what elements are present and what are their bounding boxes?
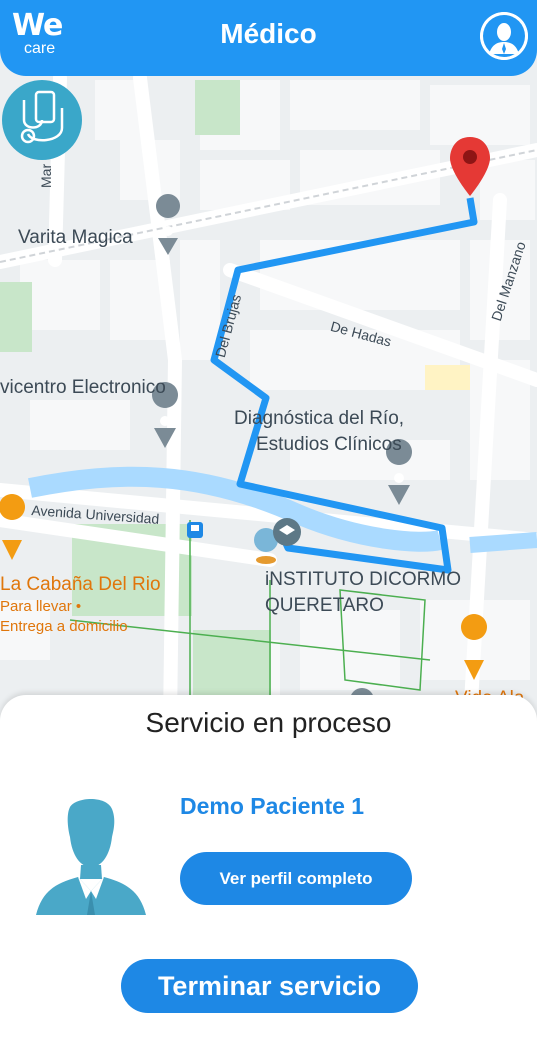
place-label-para-llevar: Para llevar • (0, 598, 82, 615)
app-header: We care Médico (0, 0, 537, 76)
place-label-instituto-line2: QUERETARO (265, 595, 384, 616)
stethoscope-icon[interactable] (2, 80, 82, 160)
place-label-electronico: vicentro Electronico (0, 377, 166, 398)
place-label-varita-magica: Varita Magica (18, 227, 133, 248)
place-label-diagnostica-line2: Estudios Clínicos (256, 434, 402, 455)
service-status-title: Servicio en proceso (145, 707, 392, 738)
place-label-diagnostica-line1: Diagnóstica del Río, (234, 408, 405, 429)
place-label-instituto-line1: iNSTITUTO DICORMO (265, 569, 461, 590)
view-profile-button[interactable]: Ver perfil completo (180, 852, 412, 905)
page-title: Médico (220, 18, 317, 49)
service-panel: Servicio en proceso Demo Paciente 1 Ver … (0, 695, 537, 1037)
patient-name: Demo Paciente 1 (180, 793, 365, 819)
end-service-button[interactable]: Terminar servicio (121, 959, 418, 1013)
place-label-entrega: Entrega a domicilio (0, 618, 128, 635)
patient-avatar-icon (36, 795, 146, 917)
place-label-cabana: La Cabaña Del Rio (0, 574, 161, 595)
user-avatar-icon[interactable] (480, 12, 528, 60)
app-screen: Mar del Varita Magica Del Brujas De Hada… (0, 0, 537, 1037)
